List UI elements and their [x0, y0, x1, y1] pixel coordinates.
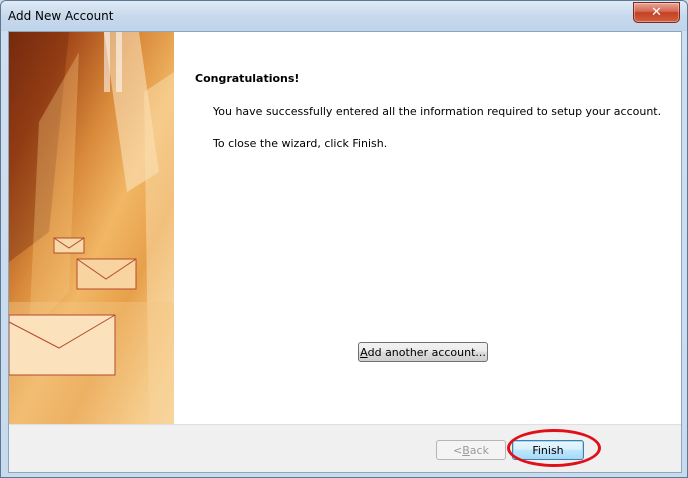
wizard-client-area: Congratulations! You have successfully e…	[8, 31, 682, 473]
add-new-account-window: Add New Account ✕ Congratulations! You h…	[0, 0, 688, 478]
envelope-icon	[53, 237, 85, 254]
add-another-account-button[interactable]: Add another account...	[358, 342, 488, 362]
close-icon: ✕	[651, 5, 662, 20]
back-label: ack	[469, 443, 489, 457]
window-title: Add New Account	[8, 9, 114, 23]
footer-divider	[9, 424, 681, 425]
title-bar: Add New Account ✕	[1, 1, 687, 31]
congratulations-heading: Congratulations!	[195, 72, 300, 85]
back-button[interactable]: < Back	[436, 440, 506, 460]
add-another-mnemonic: A	[360, 345, 368, 359]
wizard-side-image	[9, 32, 174, 424]
finish-highlight-annotation	[507, 429, 601, 467]
envelope-icon	[9, 314, 116, 376]
close-instructions: To close the wizard, click Finish.	[213, 137, 388, 150]
success-message: You have successfully entered all the in…	[213, 105, 662, 118]
close-button[interactable]: ✕	[633, 2, 680, 23]
envelope-icon	[76, 258, 137, 290]
wizard-content-panel: Congratulations! You have successfully e…	[174, 32, 681, 424]
back-mnemonic: B	[462, 443, 470, 457]
add-another-label: dd another account...	[367, 345, 486, 359]
decorative-envelopes-graphic	[9, 32, 174, 424]
back-prefix: <	[453, 443, 463, 457]
